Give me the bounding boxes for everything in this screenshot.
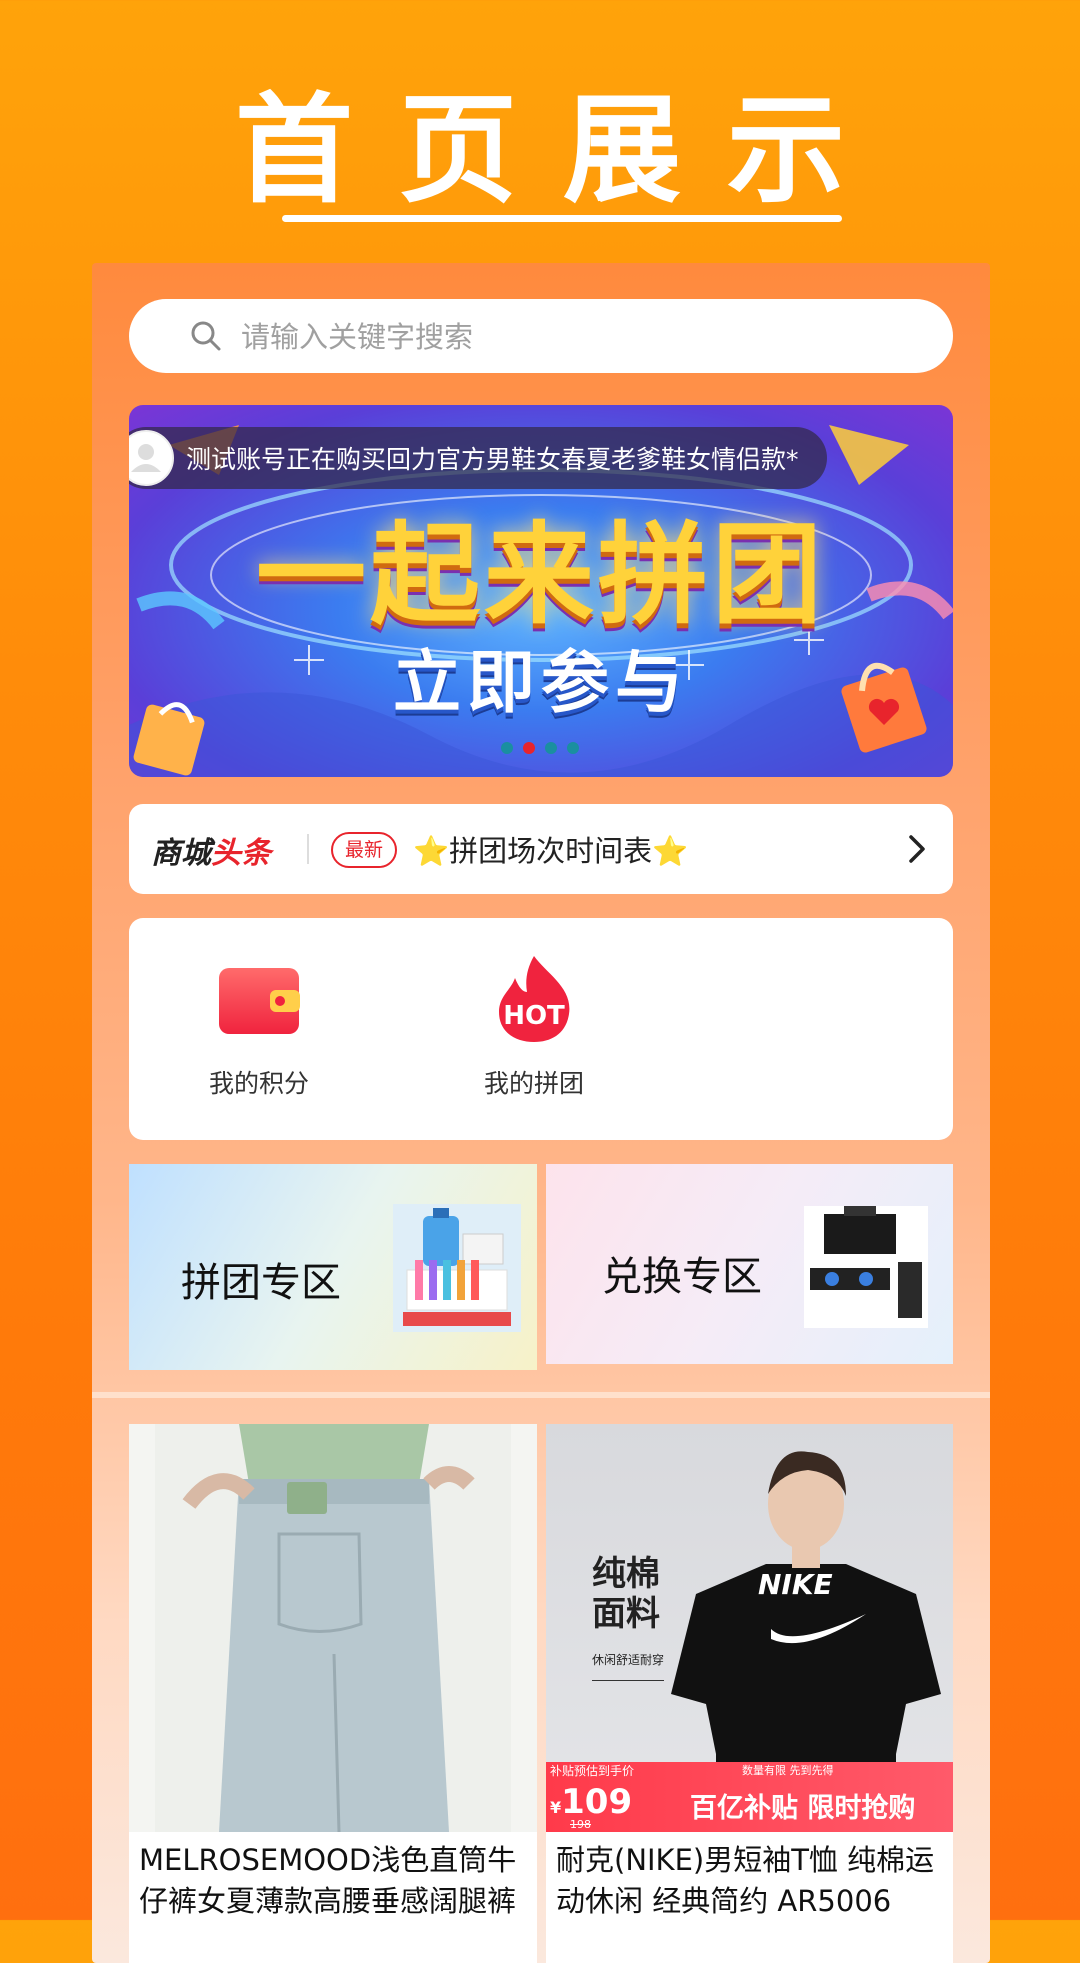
search-input[interactable] [239,299,923,375]
product-card[interactable]: 纯棉 面料 休闲舒适耐穿 NIKE 补贴预估到手价 ¥109 198 数量有限 … [546,1424,953,1963]
wallet-icon [219,968,300,1034]
zone-product-image [804,1206,928,1328]
price-block: ¥109 [550,1782,632,1822]
hot-flame-icon: HOT [499,956,570,1042]
carousel-dot[interactable] [501,742,513,754]
zone-title: 拼团专区 [181,1260,341,1306]
search-bar[interactable] [129,299,953,375]
section-divider [92,1392,990,1398]
divider [307,834,309,864]
promo-small: 数量有限 先到先得 [742,1764,834,1777]
promo-strip: 补贴预估到手价 ¥109 198 数量有限 先到先得 百亿补贴 限时抢购 [546,1762,953,1832]
user-icon [131,444,161,472]
carousel-dot-active[interactable] [523,742,535,754]
headline-text[interactable]: ⭐拼团场次时间表⭐ [413,828,688,870]
promo-banner[interactable]: 一起来拼团 立即参与 测试账号正在购买回力官方男鞋女春夏老爹鞋女情侣款* [129,405,953,777]
carousel-dot[interactable] [567,742,579,754]
feature-my-points[interactable]: 我的积分 [189,954,329,1100]
price: 109 [561,1782,633,1822]
app-screen: 一起来拼团 立即参与 测试账号正在购买回力官方男鞋女春夏老爹鞋女情侣款* 商城头… [92,263,990,1963]
subsidy-label: 补贴预估到手价 [550,1764,635,1778]
search-icon [191,321,221,351]
carousel-dot[interactable] [545,742,557,754]
original-price: 198 [570,1818,591,1831]
banner-subline: 立即参与 [392,644,689,723]
side-caption: 休闲舒适耐穿 [592,1640,665,1681]
carousel-dots[interactable] [501,742,579,754]
side-text-line: 纯棉 [592,1554,660,1594]
headlines-brand: 商城头条 [151,828,271,872]
product-card[interactable]: MELROSEMOOD浅色直筒牛仔裤女夏薄款高腰垂感阔腿裤 [129,1424,537,1963]
zone-title: 兑换专区 [602,1254,762,1300]
product-title: 耐克(NIKE)男短袖T恤 纯棉运动休闲 经典简约 AR5006 [556,1843,935,1918]
purchase-ticker: 测试账号正在购买回力官方男鞋女春夏老爹鞋女情侣款* [129,427,827,489]
title-underline [282,215,842,222]
latest-badge: 最新 [331,832,398,868]
ticker-text: 测试账号正在购买回力官方男鞋女春夏老爹鞋女情侣款* [186,445,799,474]
feature-label: 我的拼团 [483,1069,584,1098]
mall-headlines[interactable]: 商城头条 最新 ⭐拼团场次时间表⭐ [129,804,953,894]
group-buy-zone[interactable]: 拼团专区 [129,1164,537,1370]
zone-product-image [393,1204,521,1332]
feature-grid: 我的积分 HOT 我的拼团 [129,918,953,1140]
product-title: MELROSEMOOD浅色直筒牛仔裤女夏薄款高腰垂感阔腿裤 [139,1843,517,1918]
brand-text-red: 头条 [211,836,271,871]
avatar [129,430,174,486]
chevron-right-icon[interactable] [905,832,929,866]
product-image-nike: 纯棉 面料 休闲舒适耐穿 NIKE 补贴预估到手价 ¥109 198 数量有限 … [546,1424,953,1832]
feature-my-group-buy[interactable]: HOT 我的拼团 [464,954,604,1100]
promo-text: 百亿补贴 限时抢购 [690,1793,916,1824]
product-image-jeans [129,1424,537,1832]
exchange-zone[interactable]: 兑换专区 [546,1164,953,1364]
brand-text: 商城 [151,836,211,871]
price-symbol: ¥ [550,1798,562,1817]
side-text-line: 面料 [592,1594,660,1634]
svg-text:HOT: HOT [503,1001,565,1031]
nike-logo: NIKE [758,1568,833,1601]
page-title: 首页展示 [234,81,891,219]
product-side-text: 纯棉 面料 休闲舒适耐穿 [592,1554,665,1681]
feature-label: 我的积分 [208,1069,309,1098]
banner-headline: 一起来拼团 [256,511,826,639]
